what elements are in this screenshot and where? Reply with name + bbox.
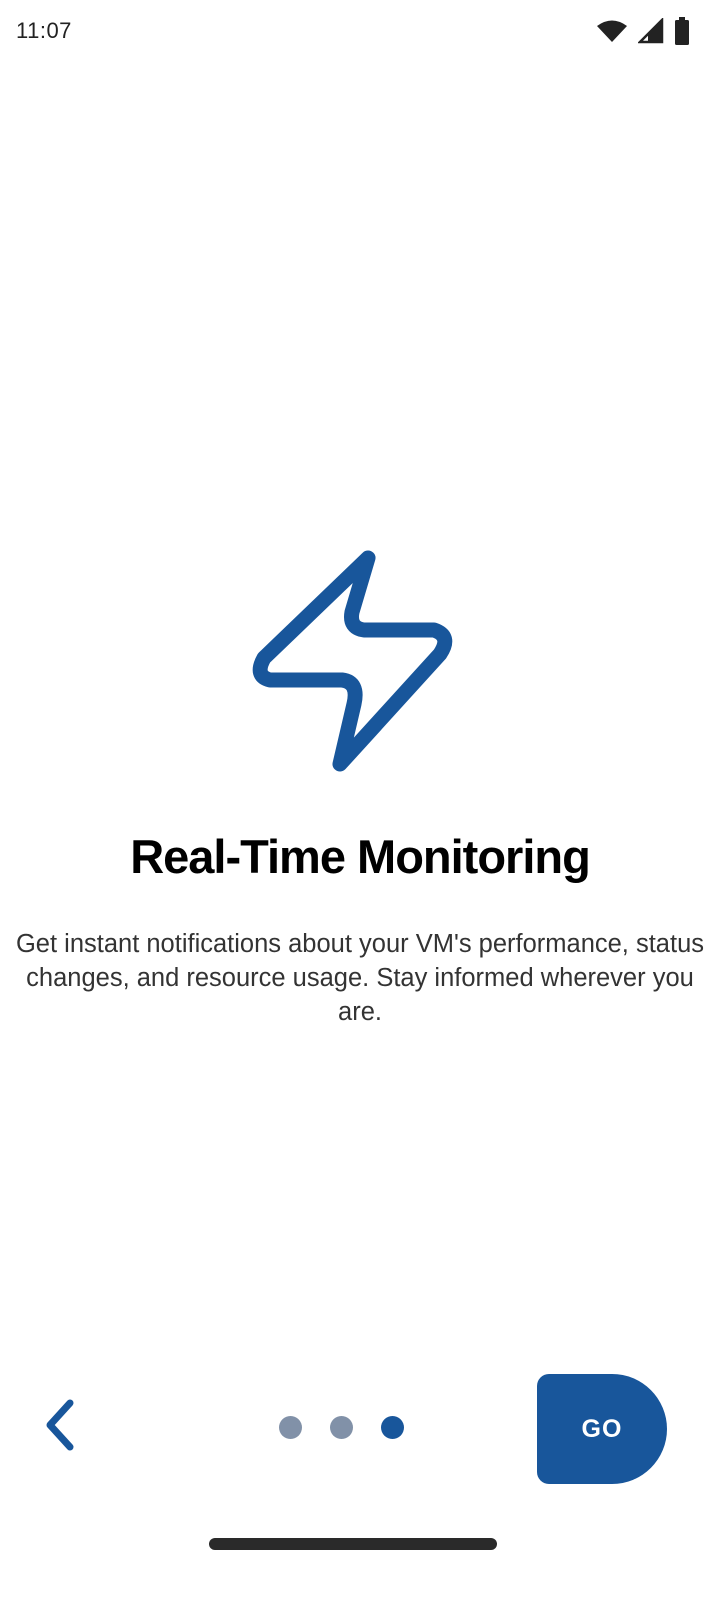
page-description: Get instant notifications about your VM'… [15, 930, 705, 1026]
status-icons [596, 14, 690, 48]
status-time: 11:07 [16, 18, 72, 43]
battery-icon [674, 17, 690, 45]
back-button[interactable] [30, 1395, 90, 1459]
page-title: Real-Time Monitoring [130, 830, 591, 883]
go-button[interactable]: GO [537, 1374, 667, 1484]
wifi-icon [596, 19, 628, 43]
signal-icon [638, 18, 664, 44]
page-dot-3-active[interactable] [381, 1416, 404, 1439]
page-indicator [279, 1416, 404, 1440]
status-bar: 11:07 [0, 0, 720, 62]
page-dot-2[interactable] [330, 1416, 353, 1439]
home-indicator[interactable] [209, 1538, 497, 1550]
page-dot-1[interactable] [279, 1416, 302, 1439]
lightning-bolt-icon [250, 548, 460, 776]
chevron-left-icon [40, 1397, 80, 1458]
